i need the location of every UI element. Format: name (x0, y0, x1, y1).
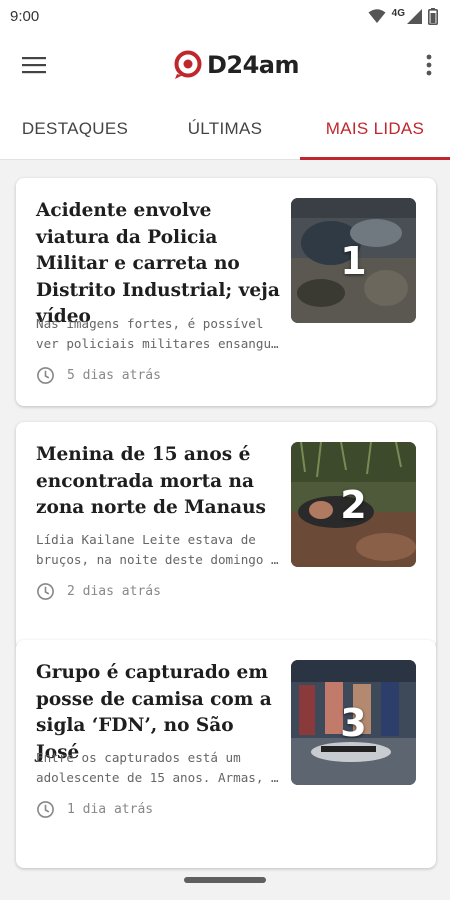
tab-ultimas[interactable]: ÚLTIMAS (150, 98, 300, 159)
article-thumbnail[interactable]: 2 (291, 442, 416, 567)
article-card[interactable]: Grupo é capturado em posse de camisa com… (16, 640, 436, 868)
rank-number: 1 (340, 238, 367, 283)
status-time: 9:00 (10, 7, 40, 25)
article-title[interactable]: Acidente envolve viatura da Policia Mili… (36, 198, 281, 331)
article-summary: Entre os capturados está um adolescente … (36, 750, 279, 785)
app-bar: D24am (0, 32, 450, 98)
tab-destaques[interactable]: DESTAQUES (0, 98, 150, 159)
status-bar: 9:00 4G (0, 0, 450, 32)
network-type-label: 4G (391, 7, 405, 19)
article-card[interactable]: Acidente envolve viatura da Policia Mili… (16, 178, 436, 406)
clock-icon (37, 801, 54, 818)
rank-number: 3 (340, 700, 367, 745)
clock-icon (37, 583, 54, 600)
wifi-icon (368, 9, 386, 23)
article-thumbnail[interactable]: 1 (291, 198, 416, 323)
article-summary: Lídia Kailane Leite estava de bruços, na… (36, 532, 279, 567)
article-title[interactable]: Menina de 15 anos é encontrada morta na … (36, 442, 281, 522)
rank-number: 2 (340, 482, 367, 527)
cell-signal-icon (407, 8, 422, 24)
article-meta: 5 dias atrás (36, 366, 161, 385)
status-icons: 4G (368, 7, 438, 25)
article-thumbnail[interactable]: 3 (291, 660, 416, 785)
more-options-icon[interactable] (426, 54, 432, 76)
tab-mais-lidas[interactable]: MAIS LIDAS (300, 98, 450, 160)
article-time: 1 dia atrás (67, 802, 154, 817)
tab-bar: DESTAQUES ÚLTIMAS MAIS LIDAS (0, 98, 450, 160)
battery-icon (428, 7, 438, 25)
logo-text: D24am (206, 51, 300, 79)
app-logo[interactable]: D24am (173, 50, 300, 80)
article-card[interactable]: Menina de 15 anos é encontrada morta na … (16, 422, 436, 650)
article-meta: 2 dias atrás (36, 582, 161, 601)
article-meta: 1 dia atrás (36, 800, 153, 819)
clock-icon (37, 367, 54, 384)
article-time: 5 dias atrás (67, 368, 161, 383)
article-time: 2 dias atrás (67, 584, 161, 599)
article-summary: Nas imagens fortes, é possível ver polic… (36, 316, 279, 351)
menu-icon[interactable] (22, 56, 46, 74)
logo-mark-icon (174, 50, 202, 79)
home-indicator[interactable] (184, 877, 266, 883)
